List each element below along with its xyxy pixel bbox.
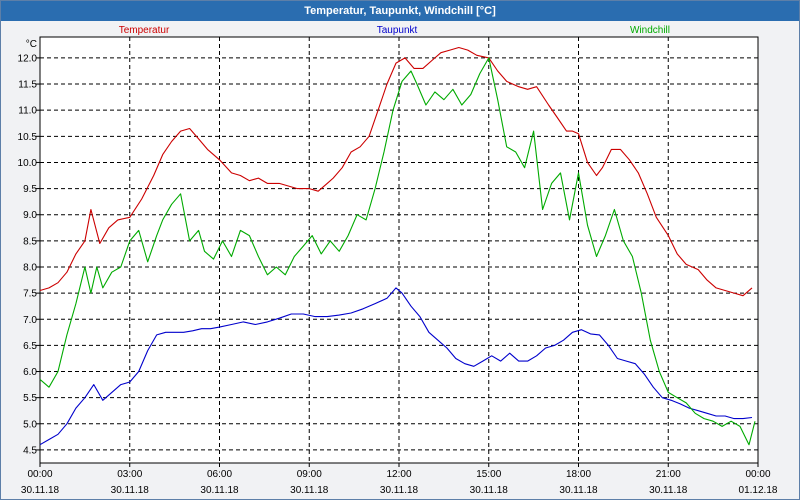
y-tick-label: 11.5 [18, 80, 37, 91]
y-tick-label: 10.0 [18, 158, 38, 169]
y-tick-label: 5.0 [23, 419, 37, 430]
x-tick-time: 00:00 [745, 469, 770, 480]
x-tick-date: 30.11.18 [290, 485, 329, 496]
x-tick-date: 30.11.18 [21, 485, 60, 496]
x-tick-date: 30.11.18 [200, 485, 239, 496]
x-tick-date: 30.11.18 [380, 485, 419, 496]
y-tick-label: 5.5 [23, 393, 37, 404]
y-tick-label: 7.5 [23, 289, 37, 300]
x-tick-time: 12:00 [386, 469, 411, 480]
y-axis-unit: °C [26, 39, 37, 50]
x-tick-date: 30.11.18 [649, 485, 688, 496]
x-tick-time: 06:00 [207, 469, 232, 480]
y-tick-label: 10.5 [18, 132, 38, 143]
y-tick-label: 12.0 [18, 53, 38, 64]
y-tick-label: 8.0 [23, 262, 37, 273]
x-tick-date: 01.12.18 [739, 485, 778, 496]
x-tick-date: 30.11.18 [111, 485, 150, 496]
x-tick-time: 03:00 [117, 469, 142, 480]
x-tick-time: 15:00 [476, 469, 501, 480]
line-chart: 4.5 5.0 5.5 6.0 6.5 7.0 7.5 8.0 8.5 9.0 9.5 10.0 10.… [18, 25, 778, 496]
legend-item-windchill: Windchill [630, 25, 670, 36]
x-tick-time: 21:00 [656, 469, 681, 480]
y-tick-label: 4.5 [23, 445, 37, 456]
legend-item-temperatur: Temperatur [119, 25, 170, 36]
y-tick-label: 9.5 [23, 184, 37, 195]
x-tick-time: 18:00 [566, 469, 591, 480]
x-tick-time: 00:00 [27, 469, 52, 480]
y-tick-label: 7.0 [23, 315, 37, 326]
legend-item-taupunkt: Taupunkt [377, 25, 418, 36]
legend: Temperatur Taupunkt Windchill [119, 25, 670, 36]
x-axis: 00:00 30.11.18 03:00 30.11.18 06:00 30.11.18 0… [21, 463, 778, 496]
x-tick-time: 09:00 [297, 469, 322, 480]
y-tick-label: 6.5 [23, 341, 37, 352]
y-tick-label: 11.0 [18, 106, 37, 117]
y-axis: 4.5 5.0 5.5 6.0 6.5 7.0 7.5 8.0 8.5 9.0 9.5 10.0 10.… [18, 39, 40, 456]
y-tick-label: 6.0 [23, 367, 37, 378]
x-tick-date: 30.11.18 [559, 485, 598, 496]
x-tick-date: 30.11.18 [470, 485, 509, 496]
y-tick-label: 8.5 [23, 236, 37, 247]
y-tick-label: 9.0 [23, 210, 37, 221]
